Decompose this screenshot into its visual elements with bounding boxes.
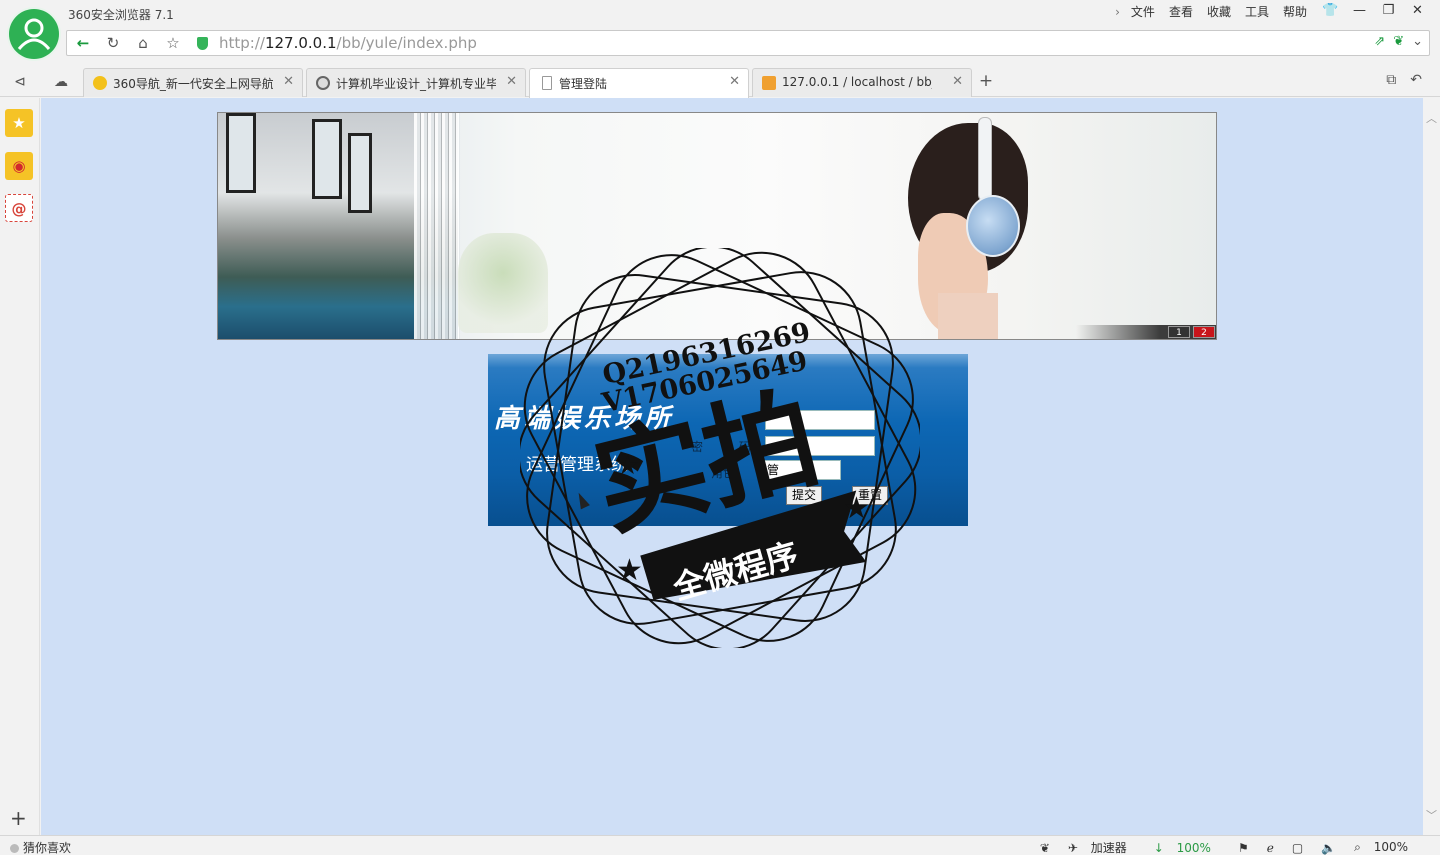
ie-icon[interactable]: ℯ: [1258, 841, 1283, 855]
scroll-up-icon[interactable]: ︿: [1426, 110, 1437, 126]
menu-file[interactable]: 文件: [1124, 4, 1162, 20]
globe-icon: [316, 76, 330, 90]
title-bar: 360安全浏览器 7.1 › 文件 查看 收藏 工具 帮助 👕 — ❐ ✕: [0, 0, 1440, 28]
menu-bar: › 文件 查看 收藏 工具 帮助: [1108, 4, 1314, 20]
accelerator-button[interactable]: ✈ 加速器: [1059, 839, 1145, 855]
menu-favorites[interactable]: 收藏: [1200, 4, 1238, 20]
login-panel: 高端娱乐场所 运营管理系统 密 码 角色: 管 提交 重置: [488, 354, 968, 526]
sidebar: ★ ◉ @ +: [0, 98, 40, 835]
password-label: 密 码: [691, 440, 767, 454]
tab-bar: ⊲ ☁ 360导航_新一代安全上网导航 ✕ 计算机毕业设计_计算机专业毕业设计 …: [0, 66, 1440, 98]
banner-window: [312, 119, 342, 199]
page-content: 1 2 高端娱乐场所 运营管理系统 密 码 角色: 管 提交 重置: [41, 98, 1423, 835]
menu-expand-icon[interactable]: ›: [1108, 4, 1124, 20]
tab-admin-login[interactable]: 管理登陆 ✕: [529, 68, 749, 98]
slide-2-button[interactable]: 2: [1193, 326, 1215, 338]
skin-button[interactable]: 👕: [1316, 1, 1345, 21]
share-icon[interactable]: ⇗: [1374, 34, 1385, 49]
close-button[interactable]: ✕: [1403, 1, 1432, 21]
tab-360-nav[interactable]: 360导航_新一代安全上网导航 ✕: [83, 68, 303, 97]
leaf-icon[interactable]: ❦: [1393, 34, 1404, 49]
page-icon: [542, 76, 552, 90]
new-tab-button[interactable]: +: [975, 71, 997, 91]
cloud-tabs-icon[interactable]: ☁: [50, 72, 72, 92]
reset-button[interactable]: 重置: [852, 486, 889, 505]
password-input[interactable]: [765, 436, 875, 456]
tab-label: 管理登陆: [559, 77, 608, 91]
tab-graduation-design[interactable]: 计算机毕业设计_计算机专业毕业设计 ✕: [306, 68, 526, 97]
user-avatar-icon[interactable]: [9, 9, 59, 59]
banner-window: [348, 133, 372, 213]
headphone-band: [978, 117, 992, 201]
role-label: 角色:: [711, 466, 740, 480]
home-icon[interactable]: ⌂: [131, 33, 155, 53]
close-tab-icon[interactable]: ✕: [952, 74, 963, 89]
menu-help[interactable]: 帮助: [1276, 4, 1314, 20]
close-tab-icon[interactable]: ✕: [283, 74, 294, 89]
scroll-down-icon[interactable]: ﹀: [1426, 807, 1437, 823]
banner-girl-neck: [938, 293, 998, 339]
flag-icon[interactable]: ⚑: [1229, 841, 1258, 855]
submit-button[interactable]: 提交: [786, 486, 823, 505]
address-tools: ⇗ ❦ ⌄: [1374, 34, 1423, 49]
back-icon[interactable]: ←: [71, 33, 95, 53]
window-controls: 👕 — ❐ ✕: [1316, 1, 1432, 21]
login-subtitle: 运营管理系统: [526, 455, 628, 475]
tab-phpmyadmin[interactable]: 127.0.0.1 / localhost / bb_yule ✕: [752, 68, 972, 97]
zoom-control[interactable]: ⌕ 100%: [1345, 840, 1426, 855]
leaf-status-icon[interactable]: ❦: [1031, 841, 1059, 855]
chevron-down-icon[interactable]: ⌄: [1412, 34, 1423, 49]
banner-slideshow: 1 2: [217, 112, 1217, 340]
tab-label: 计算机毕业设计_计算机专业毕业设计: [336, 77, 496, 91]
status-bar: 猜你喜欢 ❦ ✈ 加速器 ↓ 100% ⚑ ℯ ▢ 🔈 ⌕ 100%: [0, 835, 1440, 855]
360-logo-icon: [93, 76, 107, 90]
sidebar-toggle-icon[interactable]: ⊲: [9, 72, 31, 92]
url-field[interactable]: http://127.0.0.1/bb/yule/index.php: [219, 34, 477, 52]
close-tab-icon[interactable]: ✕: [506, 74, 517, 89]
role-select[interactable]: 管: [763, 460, 841, 480]
sound-icon[interactable]: 🔈: [1312, 841, 1345, 855]
app-title: 360安全浏览器 7.1: [68, 8, 174, 22]
weibo-icon[interactable]: ◉: [5, 152, 33, 180]
username-input[interactable]: [765, 410, 875, 430]
banner-stripes: [414, 113, 460, 339]
restore-button[interactable]: ❐: [1374, 1, 1403, 21]
bookmark-star-icon[interactable]: ☆: [161, 33, 185, 53]
tab-label: 360导航_新一代安全上网导航: [113, 77, 273, 91]
menu-view[interactable]: 查看: [1162, 4, 1200, 20]
reload-icon[interactable]: ↻: [101, 33, 125, 53]
close-tab-icon[interactable]: ✕: [729, 74, 740, 89]
address-bar: ← ↻ ⌂ ☆ http://127.0.0.1/bb/yule/index.p…: [66, 30, 1430, 56]
tab-list-icon[interactable]: ⧉: [1386, 72, 1396, 88]
favorites-icon[interactable]: ★: [5, 109, 33, 137]
minimize-button[interactable]: —: [1345, 1, 1374, 21]
slide-1-button[interactable]: 1: [1168, 326, 1190, 338]
vertical-scrollbar[interactable]: ︿ ﹀: [1423, 98, 1440, 835]
banner-plant: [458, 233, 548, 333]
login-title: 高端娱乐场所: [494, 404, 675, 434]
banner-window: [226, 113, 256, 193]
phpmyadmin-icon: [762, 76, 776, 90]
mail-icon[interactable]: @: [5, 194, 33, 222]
guess-you-like[interactable]: 猜你喜欢: [10, 839, 71, 855]
menu-tools[interactable]: 工具: [1238, 4, 1276, 20]
security-shield-icon: [197, 37, 208, 50]
window-icon[interactable]: ▢: [1283, 841, 1312, 855]
headphone-icon: [966, 195, 1020, 257]
status-tools: ❦ ✈ 加速器 ↓ 100% ⚑ ℯ ▢ 🔈 ⌕ 100%: [1031, 839, 1426, 855]
tab-tools: ⧉ ↶: [1386, 72, 1422, 88]
undo-close-icon[interactable]: ↶: [1410, 72, 1422, 88]
status-dot-icon: [10, 844, 19, 853]
tab-label: 127.0.0.1 / localhost / bb_yule: [782, 75, 932, 89]
add-sidebar-icon[interactable]: +: [10, 808, 27, 828]
download-status[interactable]: ↓ 100%: [1145, 841, 1229, 855]
